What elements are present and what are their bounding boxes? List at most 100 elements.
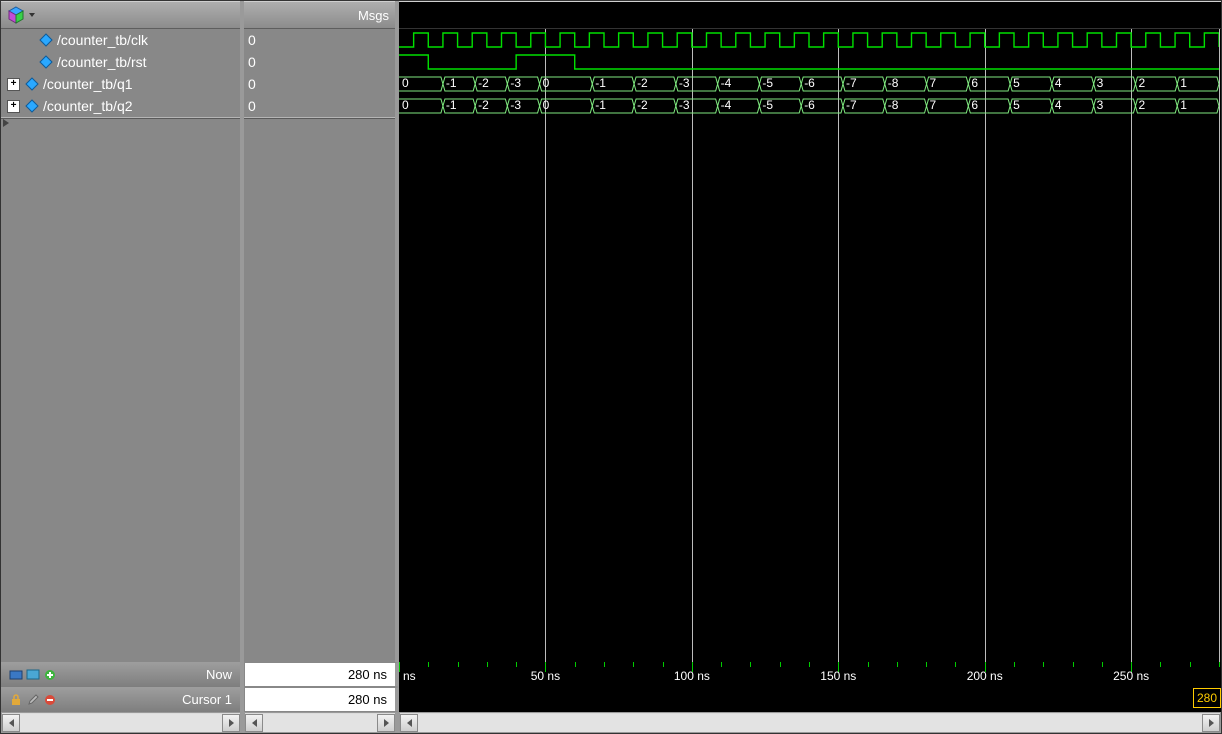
scroll-track[interactable] <box>263 714 377 732</box>
bus-value: 2 <box>1138 77 1145 89</box>
msgs-label: Msgs <box>358 8 389 23</box>
ruler-minor-tick <box>604 662 605 667</box>
waveform-area[interactable]: 0-1-2-30-1-2-3-4-5-6-7-8765432100-1-2-30… <box>399 29 1221 662</box>
bus-value: 7 <box>930 99 937 111</box>
bus-value: -8 <box>888 77 899 89</box>
scroll-left-button[interactable] <box>245 714 263 732</box>
bus-value: -7 <box>846 99 857 111</box>
bus-value: -3 <box>679 99 690 111</box>
bus-value: -6 <box>804 77 815 89</box>
ruler-minor-tick <box>487 662 488 667</box>
monitor-icon[interactable] <box>26 668 40 682</box>
values-list[interactable]: 0 0 0 0 <box>244 29 395 662</box>
add-icon[interactable] <box>43 668 57 682</box>
lock-icon[interactable] <box>9 693 23 707</box>
insertion-marker[interactable] <box>1 119 240 127</box>
bus-value: -3 <box>510 77 521 89</box>
bus-value: -2 <box>637 99 648 111</box>
ruler-tick-label: 100 ns <box>674 669 710 683</box>
ruler-minor-tick <box>575 662 576 667</box>
scroll-track[interactable] <box>20 714 222 732</box>
chevron-down-icon[interactable] <box>29 13 35 17</box>
signal-value: 0 <box>248 98 256 114</box>
ruler-minor-tick <box>663 662 664 667</box>
bus-value: -2 <box>478 99 489 111</box>
cursor-row: Cursor 1 280 ns 280 <box>1 687 1221 712</box>
bus-value: 4 <box>1055 77 1062 89</box>
ruler-minor-tick <box>926 662 927 667</box>
value-row[interactable]: 0 <box>244 29 395 51</box>
ruler-unit-label: ns <box>403 669 416 683</box>
value-row[interactable]: 0 <box>244 51 395 73</box>
signals-list[interactable]: /counter_tb/clk /counter_tb/rst + /count… <box>1 29 240 662</box>
signals-hscrollbar[interactable] <box>1 712 244 733</box>
ruler-minor-tick <box>458 662 459 667</box>
ruler-minor-tick <box>955 662 956 667</box>
bus-value: -1 <box>595 99 606 111</box>
scroll-right-button[interactable] <box>377 714 395 732</box>
signal-value: 0 <box>248 32 256 48</box>
bus-value: -6 <box>804 99 815 111</box>
remove-icon[interactable] <box>43 693 57 707</box>
bus-value: 0 <box>543 99 550 111</box>
footer-area: Now 280 ns ns50 ns100 ns150 ns200 ns250 … <box>1 662 1221 733</box>
scroll-right-button[interactable] <box>222 714 240 732</box>
scroll-left-button[interactable] <box>400 714 418 732</box>
signal-row[interactable]: /counter_tb/rst <box>1 51 240 73</box>
cursor-line[interactable] <box>1219 29 1220 662</box>
scroll-track[interactable] <box>418 714 1202 732</box>
signal-row[interactable]: /counter_tb/clk <box>1 29 240 51</box>
waveform-header <box>399 1 1221 29</box>
signal-name: /counter_tb/rst <box>57 54 147 70</box>
cursor-ruler[interactable]: 280 <box>399 687 1221 712</box>
scrollbar-row <box>1 712 1221 733</box>
waveform-pane[interactable]: 0-1-2-30-1-2-3-4-5-6-7-8765432100-1-2-30… <box>399 1 1221 662</box>
bus-value: 3 <box>1097 99 1104 111</box>
signals-header[interactable] <box>1 1 240 29</box>
ruler-minor-tick <box>750 662 751 667</box>
bus-value: 6 <box>971 99 978 111</box>
bus-value: -4 <box>721 77 732 89</box>
main-area: /counter_tb/clk /counter_tb/rst + /count… <box>1 1 1221 662</box>
ruler-minor-tick <box>428 662 429 667</box>
now-value: 280 ns <box>348 667 387 682</box>
bus-value: 0 <box>543 77 550 89</box>
signal-row[interactable]: + /counter_tb/q1 <box>1 73 240 95</box>
ruler-minor-tick <box>1102 662 1103 667</box>
cursor-row-left: Cursor 1 <box>1 687 244 712</box>
waveform-svg <box>399 29 1219 649</box>
ruler-minor-tick <box>1219 662 1220 667</box>
values-hscrollbar[interactable] <box>244 712 399 733</box>
ruler-major-tick <box>399 662 400 672</box>
cursor-value: 280 ns <box>348 692 387 707</box>
expand-icon[interactable]: + <box>7 100 20 113</box>
ruler-minor-tick <box>868 662 869 667</box>
signals-pane: /counter_tb/clk /counter_tb/rst + /count… <box>1 1 244 662</box>
ruler-minor-tick <box>516 662 517 667</box>
scroll-right-button[interactable] <box>1202 714 1220 732</box>
scroll-left-button[interactable] <box>2 714 20 732</box>
now-label: Now <box>206 667 232 682</box>
value-row[interactable]: 0 <box>244 73 395 95</box>
bus-value: 1 <box>1180 99 1187 111</box>
now-value-cell: 280 ns <box>244 662 399 687</box>
bus-value: 6 <box>971 77 978 89</box>
bus-value: -1 <box>446 77 457 89</box>
bus-value: -8 <box>888 99 899 111</box>
edit-icon[interactable] <box>26 693 40 707</box>
value-row[interactable]: 0 <box>244 95 395 117</box>
signal-value: 0 <box>248 76 256 92</box>
wave-icon[interactable] <box>9 668 23 682</box>
cursor-tag[interactable]: 280 <box>1193 688 1221 708</box>
bus-value: -4 <box>721 99 732 111</box>
waveform-hscrollbar[interactable] <box>399 712 1221 733</box>
objects-icon <box>7 6 25 24</box>
ruler-tick-label: 150 ns <box>820 669 856 683</box>
expand-icon[interactable]: + <box>7 78 20 91</box>
ruler-minor-tick <box>633 662 634 667</box>
time-ruler[interactable]: ns50 ns100 ns150 ns200 ns250 ns <box>399 662 1221 687</box>
signal-row[interactable]: + /counter_tb/q2 <box>1 95 240 117</box>
bus-value: 2 <box>1138 99 1145 111</box>
bus-value: -3 <box>679 77 690 89</box>
signal-name: /counter_tb/clk <box>57 32 148 48</box>
